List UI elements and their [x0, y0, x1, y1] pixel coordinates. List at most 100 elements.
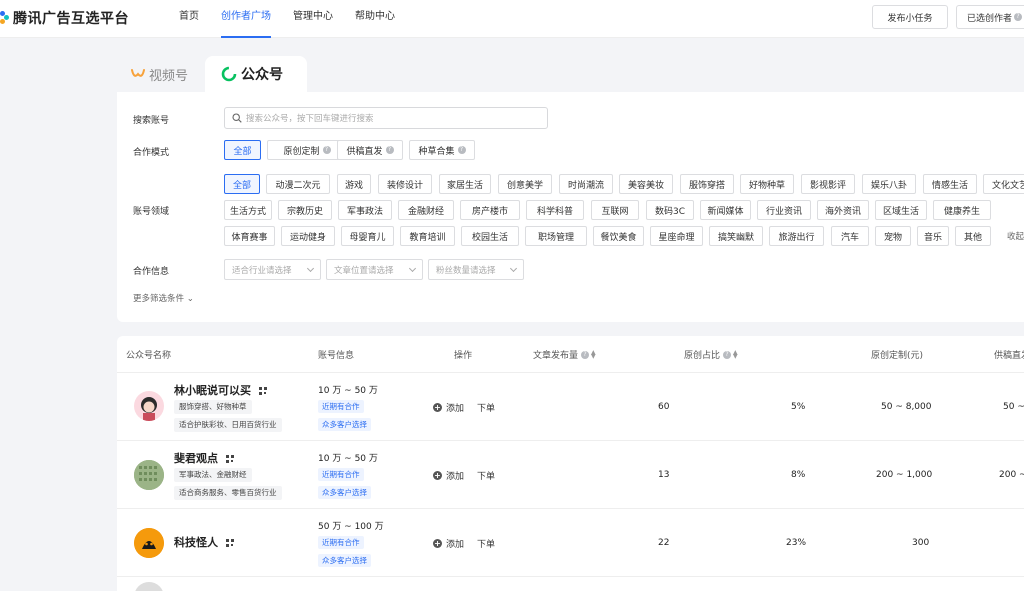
add-button[interactable]: + 添加	[433, 469, 464, 482]
coop-mode-collection[interactable]: 种草合集?	[409, 140, 475, 160]
domain-chip[interactable]: 娱乐八卦	[862, 174, 916, 194]
publish-task-button[interactable]: 发布小任务	[872, 5, 948, 29]
account-tag: 服饰穿搭、好物种草	[174, 400, 252, 414]
domain-chip[interactable]: 美容美妆	[619, 174, 673, 194]
nav-creator-plaza[interactable]: 创作者广场	[221, 0, 271, 38]
account-name[interactable]: 科技怪人	[174, 534, 234, 550]
domain-chip[interactable]: 文化文艺	[983, 174, 1024, 194]
article-position-select[interactable]: 文章位置请选择	[326, 259, 423, 280]
article-count: 60	[658, 402, 670, 412]
avatar[interactable]	[134, 528, 164, 558]
col-header-articles[interactable]: 文章发布量? ▲ ▼	[533, 348, 596, 361]
chevron-down-icon	[306, 264, 315, 273]
domain-chip[interactable]: 情感生活	[923, 174, 977, 194]
account-tag: 军事政法、金融财经	[174, 468, 252, 482]
platform-tabs: 视频号 公众号	[117, 56, 1024, 92]
domain-chip[interactable]: 健康养生	[933, 200, 991, 220]
domain-chip[interactable]: 好物种草	[740, 174, 794, 194]
tab-official-account[interactable]: 公众号	[205, 56, 307, 92]
domain-chip[interactable]: 装修设计	[378, 174, 432, 194]
domain-chip[interactable]: 母婴育儿	[341, 226, 394, 246]
col-header-info: 账号信息	[318, 351, 355, 361]
nav-home[interactable]: 首页	[179, 0, 199, 38]
selected-creators-button[interactable]: 已选创作者?	[956, 5, 1024, 29]
domain-chip[interactable]: 创意美学	[498, 174, 552, 194]
order-button[interactable]: 下单	[477, 537, 495, 550]
domain-chip[interactable]: 新闻媒体	[700, 200, 751, 220]
sort-icon[interactable]: ▲ ▼	[591, 349, 596, 359]
domain-chip[interactable]: 全部	[224, 174, 260, 194]
domain-chip[interactable]: 生活方式	[224, 200, 272, 220]
domain-chip[interactable]: 汽车	[831, 226, 869, 246]
article-count: 13	[658, 470, 670, 480]
main-nav: 首页 创作者广场 管理中心 帮助中心	[179, 0, 417, 38]
add-button[interactable]: + 添加	[433, 401, 464, 414]
fold-toggle[interactable]: 收起	[1007, 230, 1024, 242]
domain-chip[interactable]: 校园生活	[461, 226, 519, 246]
domain-chip[interactable]: 行业资讯	[757, 200, 811, 220]
help-icon: ?	[385, 146, 394, 154]
domain-chip[interactable]: 搞笑幽默	[709, 226, 763, 246]
more-filters-link[interactable]: 更多筛选条件 ⌄	[133, 292, 194, 304]
industry-select[interactable]: 适合行业请选择	[224, 259, 321, 280]
domain-chip[interactable]: 职场管理	[525, 226, 587, 246]
account-name[interactable]: 斐君观点	[174, 450, 234, 466]
nav-management[interactable]: 管理中心	[293, 0, 333, 38]
col-header-ratio-label: 原创占比	[684, 351, 721, 361]
domain-chip[interactable]: 运动健身	[281, 226, 335, 246]
coop-mode-custom[interactable]: 原创定制?	[267, 140, 347, 160]
avatar[interactable]	[134, 460, 164, 490]
qr-code-icon[interactable]	[226, 455, 234, 463]
col-header-ratio[interactable]: 原创占比? ▲ ▼	[684, 348, 738, 361]
domain-chip[interactable]: 房产楼市	[460, 200, 520, 220]
add-label: 添加	[446, 404, 465, 414]
top-bar: 腾讯广告互选平台 首页 创作者广场 管理中心 帮助中心 发布小任务 已选创作者?	[0, 0, 1024, 38]
domain-chip[interactable]: 星座命理	[650, 226, 703, 246]
domain-label: 账号领域	[133, 207, 170, 217]
domain-chip[interactable]: 家居生活	[439, 174, 491, 194]
domain-chip[interactable]: 金融财经	[398, 200, 454, 220]
domain-chip[interactable]: 宠物	[875, 226, 911, 246]
add-button[interactable]: + 添加	[433, 537, 464, 550]
badge-popular: 众多客户选择	[318, 418, 371, 431]
search-input[interactable]: 搜索公众号，按下回车键进行搜索	[224, 107, 548, 129]
app-logo[interactable]: 腾讯广告互选平台	[0, 8, 129, 28]
qr-code-icon[interactable]	[259, 387, 267, 395]
domain-chip[interactable]: 区域生活	[875, 200, 927, 220]
coop-mode-supply[interactable]: 供稿直发?	[337, 140, 403, 160]
domain-chip[interactable]: 体育赛事	[224, 226, 275, 246]
domain-chip[interactable]: 动漫二次元	[266, 174, 330, 194]
coop-mode-all[interactable]: 全部	[224, 140, 261, 160]
plus-icon: +	[433, 471, 442, 480]
domain-chip[interactable]: 教育培训	[400, 226, 455, 246]
order-button[interactable]: 下单	[477, 469, 495, 482]
domain-chip[interactable]: 餐饮美食	[593, 226, 644, 246]
avatar[interactable]	[134, 391, 164, 421]
domain-chip[interactable]: 服饰穿搭	[680, 174, 734, 194]
qr-code-icon[interactable]	[226, 539, 234, 547]
article-position-placeholder: 文章位置请选择	[334, 265, 394, 276]
domain-chip[interactable]: 游戏	[337, 174, 371, 194]
domain-chip[interactable]: 时尚潮流	[559, 174, 613, 194]
table-row: 科技怪人 50 万 ~ 100 万 近期有合作 众多客户选择 + 添加 下单 22…	[117, 509, 1024, 577]
domain-chip[interactable]: 互联网	[591, 200, 639, 220]
domain-chip[interactable]: 旅游出行	[769, 226, 824, 246]
domain-chip[interactable]: 数码3C	[646, 200, 694, 220]
fans-count-select[interactable]: 粉丝数量请选择	[428, 259, 524, 280]
help-icon: ?	[322, 146, 331, 154]
domain-chip[interactable]: 军事政法	[338, 200, 392, 220]
domain-chip[interactable]: 影视影评	[801, 174, 855, 194]
sort-icon[interactable]: ▲ ▼	[733, 349, 738, 359]
domain-chip[interactable]: 科学科普	[526, 200, 584, 220]
avatar[interactable]	[134, 582, 164, 591]
account-name[interactable]: 林小眠说可以买	[174, 382, 267, 398]
tab-video-channel[interactable]: 视频号	[131, 56, 188, 92]
domain-chip[interactable]: 宗教历史	[278, 200, 332, 220]
domain-chip[interactable]: 海外资讯	[817, 200, 869, 220]
domain-chip[interactable]: 音乐	[917, 226, 949, 246]
video-channel-icon	[131, 69, 145, 77]
original-ratio: 8%	[791, 470, 806, 480]
domain-chip[interactable]: 其他	[955, 226, 991, 246]
nav-help[interactable]: 帮助中心	[355, 0, 395, 38]
order-button[interactable]: 下单	[477, 401, 495, 414]
